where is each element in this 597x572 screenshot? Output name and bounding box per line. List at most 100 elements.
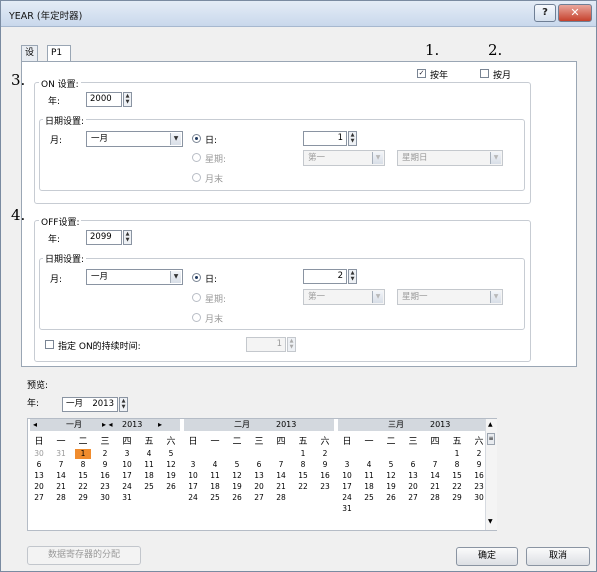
calendar-day[interactable]: 24 <box>119 482 135 492</box>
calendar-day[interactable]: 5 <box>163 449 179 459</box>
data-register-button[interactable]: 数据寄存器的分配 <box>27 546 141 565</box>
calendar-day[interactable]: 11 <box>361 471 377 481</box>
calendar-day[interactable]: 26 <box>383 493 399 503</box>
on-week-radio[interactable] <box>192 153 201 162</box>
calendar-day[interactable]: 2 <box>97 449 113 459</box>
on-week-ordinal-select[interactable]: 第一 ▼ <box>303 150 385 166</box>
calendar-day[interactable]: 31 <box>339 504 355 514</box>
calendar-day[interactable]: 14 <box>273 471 289 481</box>
ok-button[interactable]: 确定 <box>456 547 518 566</box>
duration-checkbox[interactable] <box>45 340 54 349</box>
calendar-day[interactable]: 28 <box>53 493 69 503</box>
calendar-day[interactable]: 11 <box>207 471 223 481</box>
off-year-spinner[interactable]: ▲ ▼ <box>123 230 132 245</box>
help-button[interactable]: ? <box>534 4 556 22</box>
scroll-up-icon[interactable]: ▲ <box>488 421 493 428</box>
calendar-day[interactable]: 10 <box>339 471 355 481</box>
calendar-day[interactable]: 1 <box>449 449 465 459</box>
scroll-down-icon[interactable]: ▼ <box>488 518 493 525</box>
calendar-day[interactable]: 23 <box>317 482 333 492</box>
calendar-day[interactable]: 27 <box>251 493 267 503</box>
calendar-day[interactable]: 19 <box>383 482 399 492</box>
calendar-day[interactable]: 2 <box>317 449 333 459</box>
calendar-day[interactable]: 24 <box>339 493 355 503</box>
calendar-day[interactable]: 26 <box>163 482 179 492</box>
calendar-day[interactable]: 3 <box>119 449 135 459</box>
calendar-day[interactable]: 20 <box>251 482 267 492</box>
on-month-select[interactable]: 一月 ▼ <box>86 131 183 147</box>
off-month-select[interactable]: 一月 ▼ <box>86 269 183 285</box>
calendar-day[interactable]: 27 <box>405 493 421 503</box>
on-month-end-radio[interactable] <box>192 173 201 182</box>
off-day-spinner[interactable]: ▲ ▼ <box>348 269 357 284</box>
calendar-day[interactable]: 17 <box>119 471 135 481</box>
calendar-day[interactable]: 16 <box>97 471 113 481</box>
calendar-day[interactable]: 18 <box>141 471 157 481</box>
calendar-day[interactable]: 21 <box>53 482 69 492</box>
on-day-spinner[interactable]: ▲ ▼ <box>348 131 357 146</box>
calendar-day[interactable]: 13 <box>405 471 421 481</box>
preview-year-spinner[interactable]: ▲ ▼ <box>119 397 128 412</box>
calendar-day[interactable]: 7 <box>53 460 69 470</box>
preview-month-year-input[interactable]: 一月 2013 <box>62 397 118 412</box>
on-year-input[interactable]: 2000 <box>86 92 122 107</box>
calendar-day[interactable]: 1 <box>295 449 311 459</box>
calendar-day[interactable]: 4 <box>361 460 377 470</box>
off-day-input[interactable]: 2 <box>303 269 347 284</box>
calendar-day[interactable]: 14 <box>427 471 443 481</box>
calendar-day[interactable]: 12 <box>229 471 245 481</box>
calendar-day[interactable]: 9 <box>317 460 333 470</box>
scroll-thumb[interactable]: ≡ <box>487 433 495 445</box>
calendar-day[interactable]: 3 <box>339 460 355 470</box>
calendar-day[interactable]: 28 <box>273 493 289 503</box>
close-button[interactable]: ✕ <box>558 4 592 22</box>
calendar-day[interactable]: 3 <box>185 460 201 470</box>
calendar-day[interactable]: 11 <box>141 460 157 470</box>
on-day-input[interactable]: 1 <box>303 131 347 146</box>
calendar-day[interactable]: 20 <box>405 482 421 492</box>
calendar-day[interactable]: 10 <box>185 471 201 481</box>
tab-device[interactable]: 设备 <box>21 45 39 73</box>
calendar-scrollbar[interactable]: ▲ ≡ ▼ <box>485 419 497 530</box>
off-week-radio[interactable] <box>192 293 201 302</box>
calendar-day[interactable]: 13 <box>31 471 47 481</box>
calendar-day[interactable]: 18 <box>207 482 223 492</box>
calendar-day[interactable]: 6 <box>251 460 267 470</box>
calendar-day[interactable]: 28 <box>427 493 443 503</box>
calendar-day[interactable]: 7 <box>273 460 289 470</box>
calendar-day[interactable]: 20 <box>31 482 47 492</box>
calendar-day[interactable]: 30 <box>97 493 113 503</box>
calendar-day[interactable]: 9 <box>97 460 113 470</box>
calendar-day[interactable]: 22 <box>449 482 465 492</box>
calendar-day[interactable]: 17 <box>185 482 201 492</box>
calendar-day[interactable]: 22 <box>75 482 91 492</box>
calendar-day[interactable]: 23 <box>97 482 113 492</box>
duration-input[interactable]: 1 <box>246 337 286 352</box>
calendar-day[interactable]: 12 <box>163 460 179 470</box>
calendar-day[interactable]: 26 <box>229 493 245 503</box>
by-year-checkbox[interactable]: ✓ <box>417 69 426 78</box>
calendar-day[interactable]: 19 <box>229 482 245 492</box>
off-month-end-radio[interactable] <box>192 313 201 322</box>
calendar-day[interactable]: 6 <box>31 460 47 470</box>
calendar-day[interactable]: 29 <box>75 493 91 503</box>
calendar-day[interactable]: 7 <box>427 460 443 470</box>
by-month-checkbox[interactable] <box>480 69 489 78</box>
calendar-day[interactable]: 4 <box>141 449 157 459</box>
calendar-day[interactable]: 15 <box>295 471 311 481</box>
calendar-day[interactable]: 24 <box>185 493 201 503</box>
calendar-day[interactable]: 21 <box>273 482 289 492</box>
cancel-button[interactable]: 取消 <box>526 547 590 566</box>
prev-month-icon[interactable]: ◂ <box>33 419 37 431</box>
calendar-day[interactable]: 29 <box>449 493 465 503</box>
off-week-ordinal-select[interactable]: 第一 ▼ <box>303 289 385 305</box>
calendar-day[interactable]: 1 <box>75 449 91 459</box>
tab-p1[interactable]: P1 <box>47 45 71 62</box>
off-day-radio[interactable] <box>192 273 201 282</box>
calendar-day[interactable]: 17 <box>339 482 355 492</box>
calendar-day[interactable]: 5 <box>229 460 245 470</box>
calendar-day[interactable]: 8 <box>295 460 311 470</box>
calendar-day[interactable]: 19 <box>163 471 179 481</box>
calendar-day[interactable]: 15 <box>75 471 91 481</box>
on-week-day-select[interactable]: 星期日 ▼ <box>397 150 503 166</box>
